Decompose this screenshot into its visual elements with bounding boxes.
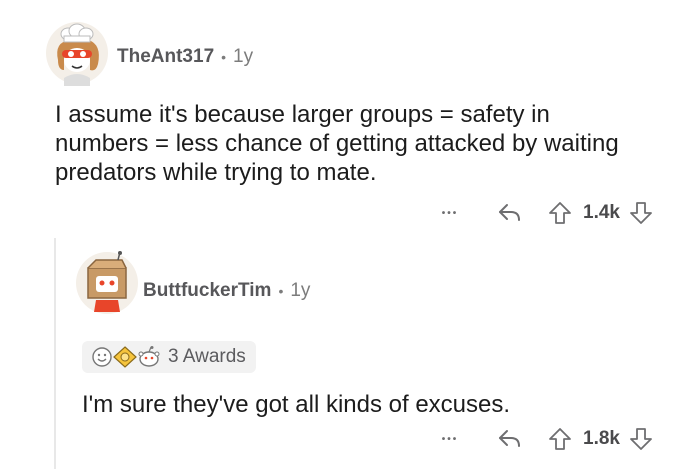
- awards-count: 3 Awards: [168, 346, 246, 367]
- award-snoo-icon: [136, 345, 162, 369]
- award-gold-icon: [112, 345, 138, 369]
- comment-1-actions: ••• 1.4k: [435, 198, 654, 228]
- comment-age: 1y: [233, 46, 254, 67]
- meta-separator: •: [221, 49, 227, 65]
- reply-icon[interactable]: [495, 202, 525, 224]
- upvote-icon[interactable]: [547, 427, 573, 451]
- author-name[interactable]: ButtfuckerTim: [143, 280, 271, 302]
- downvote-icon[interactable]: [628, 427, 654, 451]
- comment-line: numbers = less chance of getting attacke…: [55, 130, 619, 157]
- comment-2-body: I'm sure they've got all kinds of excuse…: [82, 391, 511, 418]
- meta-separator: •: [278, 283, 284, 299]
- awards-bar[interactable]: 3 Awards: [82, 341, 256, 373]
- thread-line[interactable]: [54, 238, 56, 469]
- comment-line: predators while trying to mate.: [55, 159, 377, 186]
- comment-age: 1y: [290, 280, 311, 301]
- reply-icon[interactable]: [495, 428, 525, 450]
- comment-line: I assume it's because larger groups = sa…: [55, 101, 550, 128]
- box-robot-avatar-icon[interactable]: [74, 250, 140, 316]
- comment-1-body: I assume it's because larger groups = sa…: [55, 100, 685, 187]
- comment-2-meta: ButtfuckerTim • 1y: [143, 280, 310, 302]
- vote-score: 1.4k: [583, 202, 620, 223]
- more-options-button[interactable]: •••: [435, 434, 465, 445]
- award-smile-icon: [90, 345, 114, 369]
- vote-score: 1.8k: [583, 428, 620, 449]
- more-options-button[interactable]: •••: [435, 208, 465, 219]
- comment-2-actions: ••• 1.8k: [435, 424, 654, 454]
- comment-1-meta: TheAnt317 • 1y: [117, 46, 253, 68]
- chef-avatar-icon[interactable]: [44, 20, 110, 86]
- upvote-icon[interactable]: [547, 201, 573, 225]
- downvote-icon[interactable]: [628, 201, 654, 225]
- author-name[interactable]: TheAnt317: [117, 46, 214, 68]
